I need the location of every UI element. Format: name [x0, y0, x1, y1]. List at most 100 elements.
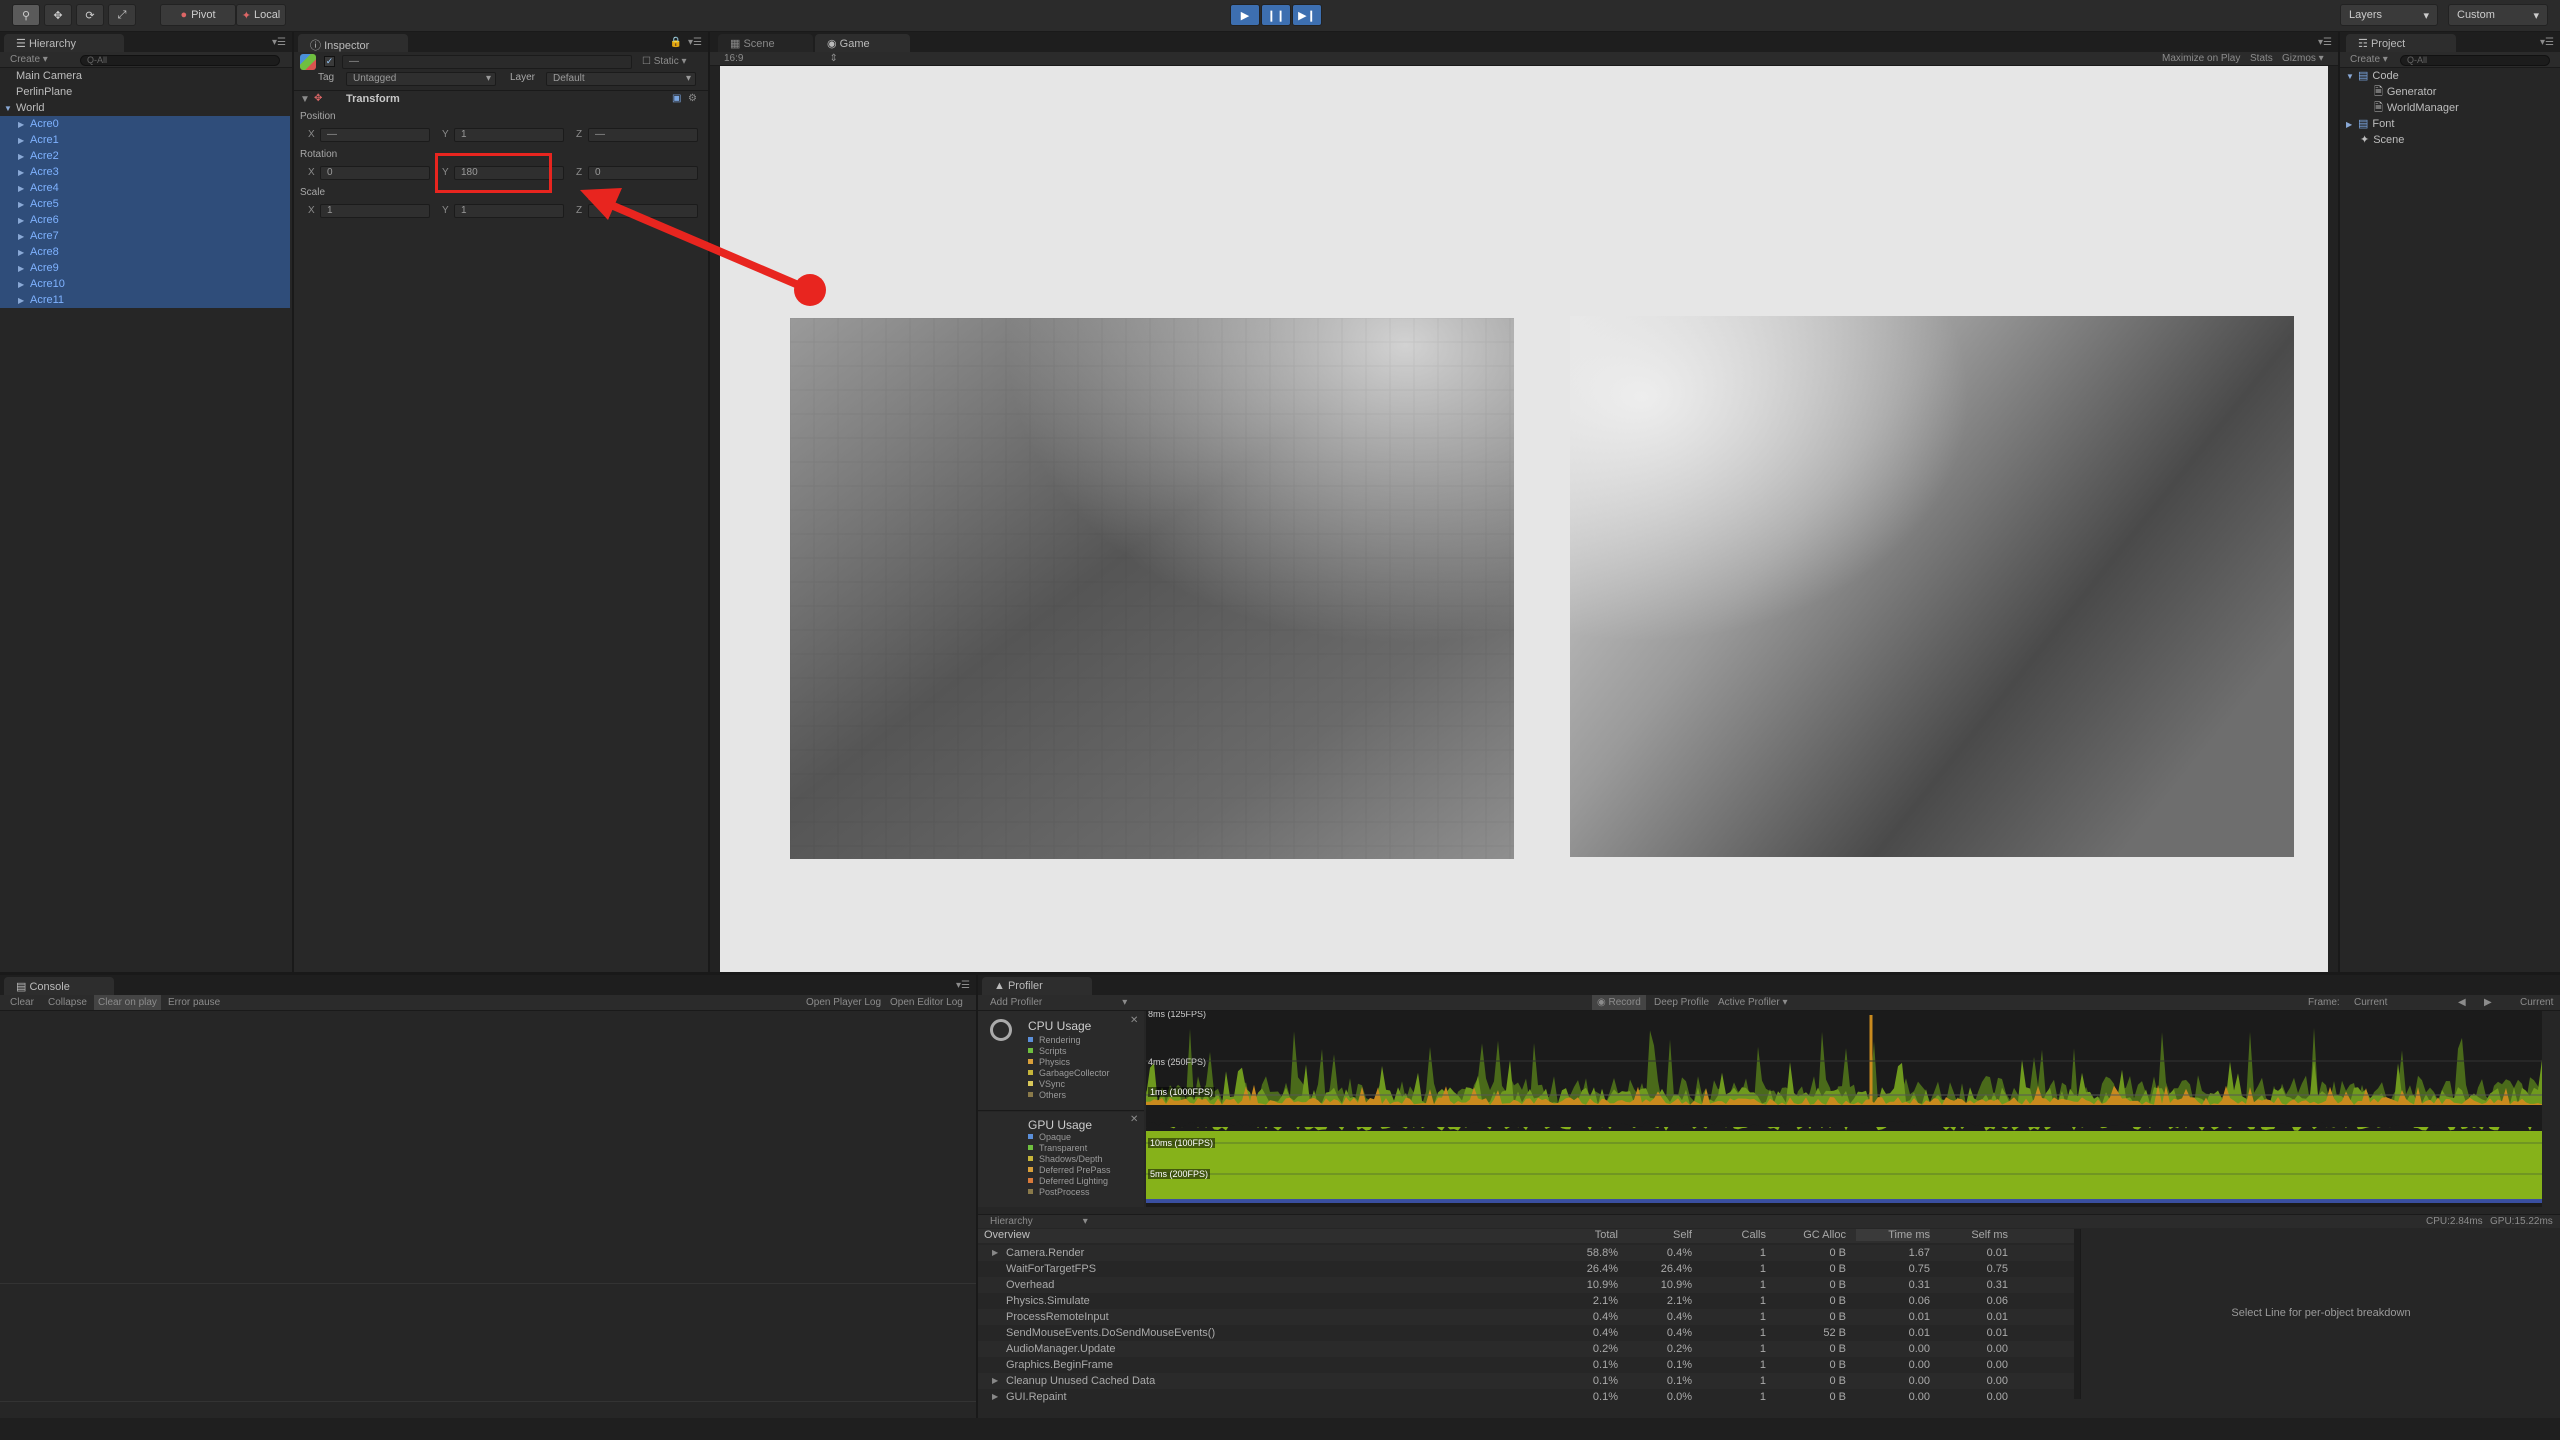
- stats-toggle[interactable]: Stats: [2250, 53, 2273, 64]
- table-row[interactable]: Overhead 10.9% 10.9% 1 0 B 0.31 0.31: [978, 1277, 2074, 1293]
- legend-item[interactable]: Others: [1028, 1090, 1066, 1100]
- collapsed-triangle-icon[interactable]: ▶: [18, 261, 30, 277]
- local-toggle[interactable]: ✦ Local: [236, 4, 286, 26]
- collapsed-triangle-icon[interactable]: ▶: [18, 245, 30, 261]
- play-button[interactable]: ▶: [1230, 4, 1260, 26]
- gameobject-name-field[interactable]: —: [342, 55, 632, 69]
- collapsed-triangle-icon[interactable]: ▶: [18, 149, 30, 165]
- collapse-button[interactable]: Collapse: [48, 997, 87, 1008]
- position-y-field[interactable]: 1: [454, 128, 564, 142]
- hierarchy-item-acre[interactable]: ▶ Acre9: [0, 260, 290, 276]
- hierarchy-item-main-camera[interactable]: Main Camera: [0, 68, 290, 84]
- hand-tool-button[interactable]: ⚲: [12, 4, 40, 26]
- maximize-on-play-toggle[interactable]: Maximize on Play: [2162, 53, 2240, 64]
- legend-item[interactable]: Scripts: [1028, 1046, 1067, 1056]
- collapsed-triangle-icon[interactable]: ▶: [18, 277, 30, 293]
- console-divider[interactable]: [0, 1283, 976, 1284]
- expand-triangle-icon[interactable]: ▶: [992, 1389, 998, 1405]
- create-button[interactable]: Create ▾: [10, 54, 48, 65]
- legend-item[interactable]: PostProcess: [1028, 1187, 1090, 1197]
- layers-dropdown[interactable]: Layers ▾: [2340, 4, 2438, 26]
- project-item-font[interactable]: ▶ ▤ Font: [2340, 116, 2560, 132]
- collapsed-triangle-icon[interactable]: ▶: [18, 133, 30, 149]
- hierarchy-item-acre[interactable]: ▶ Acre8: [0, 244, 290, 260]
- table-row[interactable]: WaitForTargetFPS 26.4% 26.4% 1 0 B 0.75 0.75: [978, 1261, 2074, 1277]
- collapsed-triangle-icon[interactable]: ▶: [2346, 117, 2358, 133]
- hierarchy-item-acre[interactable]: ▶ Acre2: [0, 148, 290, 164]
- legend-item[interactable]: VSync: [1028, 1079, 1065, 1089]
- legend-item[interactable]: GarbageCollector: [1028, 1068, 1110, 1078]
- tab-profiler[interactable]: ▲ Profiler: [982, 977, 1092, 995]
- expand-triangle-icon[interactable]: ▶: [992, 1373, 998, 1389]
- legend-item[interactable]: Deferred PrePass: [1028, 1165, 1111, 1175]
- hierarchy-item-acre[interactable]: ▶ Acre11: [0, 292, 290, 308]
- hierarchy-item-acre[interactable]: ▶ Acre0: [0, 116, 290, 132]
- tab-game[interactable]: ◉ Game: [815, 34, 910, 52]
- collapsed-triangle-icon[interactable]: ▶: [18, 181, 30, 197]
- table-row[interactable]: SendMouseEvents.DoSendMouseEvents() 0.4% 0…: [978, 1325, 2074, 1341]
- active-checkbox[interactable]: ✓: [324, 56, 335, 67]
- collapse-triangle-icon[interactable]: ▼: [300, 94, 310, 105]
- expanded-triangle-icon[interactable]: ▼: [2346, 69, 2358, 85]
- collapsed-triangle-icon[interactable]: ▶: [18, 117, 30, 133]
- column-self-ms[interactable]: Self ms: [1940, 1229, 2008, 1241]
- scale-x-field[interactable]: 1: [320, 204, 430, 218]
- hierarchy-item-world[interactable]: ▼ World: [0, 100, 290, 116]
- move-tool-button[interactable]: ✥: [44, 4, 72, 26]
- expand-triangle-icon[interactable]: ▶: [992, 1245, 998, 1261]
- column-time-ms[interactable]: Time ms: [1856, 1229, 1930, 1241]
- hierarchy-item-acre[interactable]: ▶ Acre10: [0, 276, 290, 292]
- rotation-x-field[interactable]: 0: [320, 166, 430, 180]
- open-editor-log-button[interactable]: Open Editor Log: [890, 997, 963, 1008]
- gizmos-dropdown[interactable]: Gizmos ▾: [2282, 53, 2324, 64]
- clear-on-play-button[interactable]: Clear on play: [94, 995, 161, 1010]
- project-item-worldmanager[interactable]: 🗎 WorldManager: [2340, 100, 2560, 116]
- record-toggle[interactable]: ◉ Record: [1592, 995, 1646, 1010]
- next-frame-icon[interactable]: ▶: [2484, 997, 2492, 1008]
- close-icon[interactable]: ✕: [1130, 1114, 1138, 1125]
- create-button[interactable]: Create ▾: [2350, 54, 2388, 65]
- tab-scene[interactable]: ▦ Scene: [718, 34, 813, 52]
- pause-button[interactable]: ❙❙: [1261, 4, 1291, 26]
- table-row[interactable]: AudioManager.Update 0.2% 0.2% 1 0 B 0.00 0.00: [978, 1341, 2074, 1357]
- project-item-code[interactable]: ▼ ▤ Code: [2340, 68, 2560, 84]
- aspect-dropdown[interactable]: 16:9 ⇕: [724, 53, 838, 64]
- profiler-graph[interactable]: 8ms (125FPS) 4ms (250FPS) 1ms (1000FPS) …: [1146, 1011, 2542, 1207]
- hierarchy-item-acre[interactable]: ▶ Acre3: [0, 164, 290, 180]
- rotate-tool-button[interactable]: ⟳: [76, 4, 104, 26]
- tab-project[interactable]: ☶ Project: [2346, 34, 2456, 52]
- deep-profile-toggle[interactable]: Deep Profile: [1654, 997, 1709, 1008]
- table-row[interactable]: ProcessRemoteInput 0.4% 0.4% 1 0 B 0.01 0.01: [978, 1309, 2074, 1325]
- cpu-module-header[interactable]: CPU Usage ✕ Rendering Scripts Physics Garba…: [978, 1011, 1144, 1111]
- current-frame-button[interactable]: Current: [2520, 997, 2553, 1008]
- panel-menu-icon[interactable]: ▾☰: [272, 37, 286, 48]
- clear-button[interactable]: Clear: [10, 997, 34, 1008]
- collapsed-triangle-icon[interactable]: ▶: [18, 293, 30, 309]
- close-icon[interactable]: ✕: [1130, 1015, 1138, 1026]
- legend-item[interactable]: Rendering: [1028, 1035, 1081, 1045]
- hierarchy-item-perlinplane[interactable]: PerlinPlane: [0, 84, 290, 100]
- tab-inspector[interactable]: ⓘ Inspector: [298, 34, 408, 52]
- gpu-module-header[interactable]: GPU Usage ✕ Opaque Transparent Shadows/Dep…: [978, 1112, 1144, 1207]
- column-total[interactable]: Total: [1548, 1229, 1618, 1241]
- panel-menu-icon[interactable]: ▾☰: [956, 980, 970, 991]
- column-gc-alloc[interactable]: GC Alloc: [1774, 1229, 1846, 1241]
- gear-icon[interactable]: ⚙: [688, 93, 697, 104]
- collapsed-triangle-icon[interactable]: ▶: [18, 213, 30, 229]
- column-overview[interactable]: Overview: [984, 1229, 1030, 1241]
- panel-menu-icon[interactable]: ▾☰: [2318, 37, 2332, 48]
- tab-console[interactable]: ▤ Console: [4, 977, 114, 995]
- tag-dropdown[interactable]: Untagged ▾: [346, 72, 496, 86]
- table-row[interactable]: ▶ Camera.Render 58.8% 0.4% 1 0 B 1.67 0.01: [978, 1245, 2074, 1261]
- legend-item[interactable]: Shadows/Depth: [1028, 1154, 1103, 1164]
- scale-y-field[interactable]: 1: [454, 204, 564, 218]
- collapsed-triangle-icon[interactable]: ▶: [18, 165, 30, 181]
- error-pause-button[interactable]: Error pause: [168, 997, 220, 1008]
- column-calls[interactable]: Calls: [1702, 1229, 1766, 1241]
- position-z-field[interactable]: —: [588, 128, 698, 142]
- expanded-triangle-icon[interactable]: ▼: [4, 101, 16, 117]
- project-item-scene[interactable]: ✦ Scene: [2340, 132, 2560, 148]
- hierarchy-search-input[interactable]: Q-All: [80, 55, 280, 66]
- project-item-generator[interactable]: 🗎 Generator: [2340, 84, 2560, 100]
- open-player-log-button[interactable]: Open Player Log: [806, 997, 881, 1008]
